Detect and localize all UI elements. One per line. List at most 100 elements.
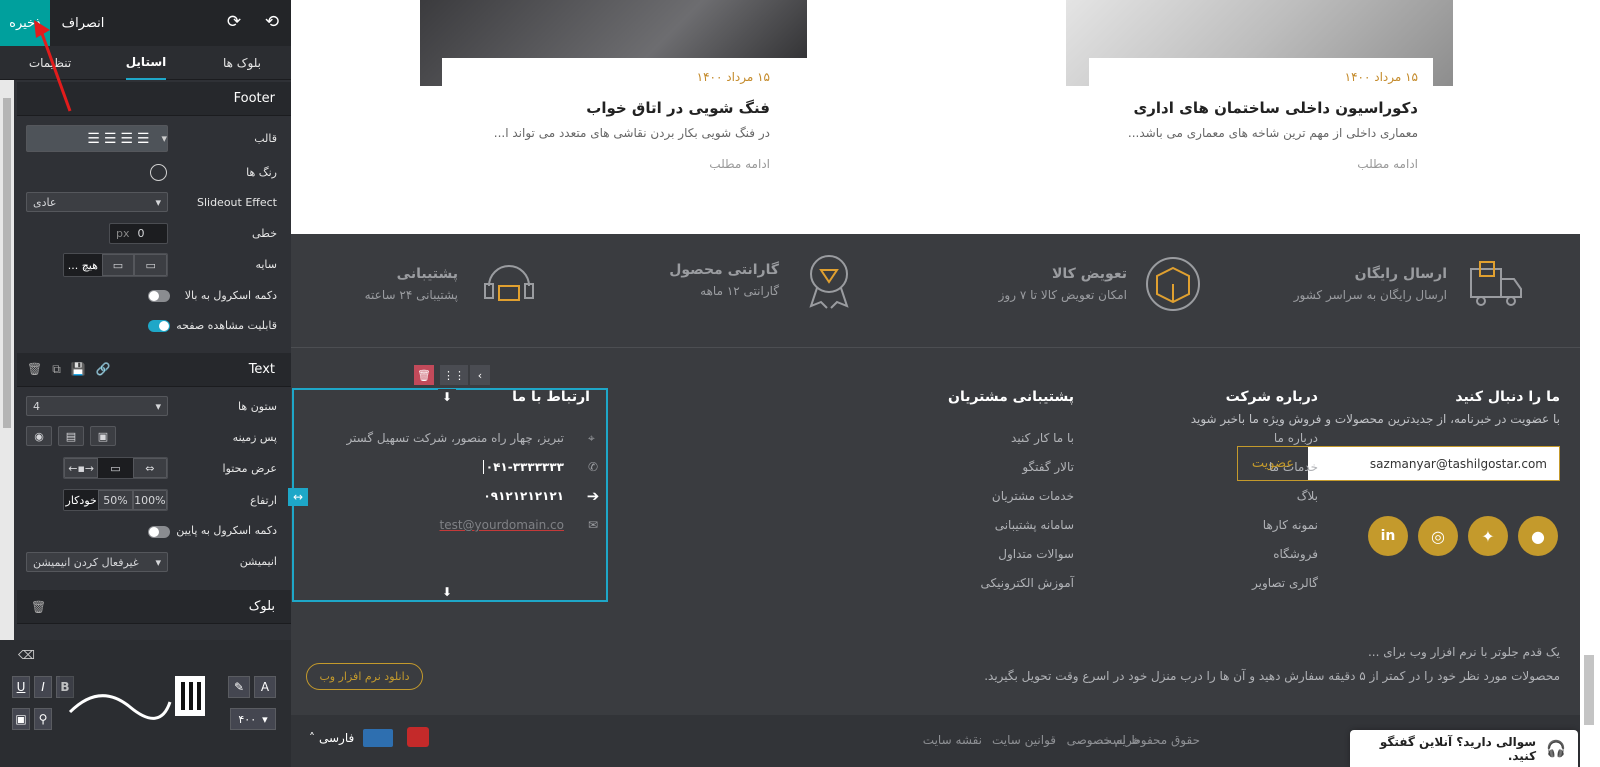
about-link[interactable]: گالری تصاویر [1252, 576, 1318, 590]
location-pin-icon: ⌖ [588, 431, 595, 445]
height-options: 100% 50% خودکار [63, 489, 168, 511]
about-link[interactable]: نمونه کارها [1263, 518, 1318, 532]
link-icon[interactable]: ⚲ [34, 708, 52, 730]
rules-link[interactable]: قوانین سایت [992, 733, 1056, 747]
arrow-down-icon[interactable]: ⬇ [438, 584, 456, 600]
width-full-option[interactable]: ⇔ [132, 458, 167, 478]
page-scrollbar[interactable] [1580, 0, 1600, 767]
follow-title: ما را دنبال کنید [1455, 389, 1560, 405]
card-description: در فنگ شویی بکار بردن نقاشی های متعدد می… [493, 126, 770, 140]
download-app-button[interactable]: دانلود نرم افزار وب [306, 663, 423, 690]
resize-handle-icon[interactable]: ↔ [288, 488, 308, 506]
video-icon[interactable]: ▤ [58, 426, 84, 446]
height-50-option[interactable]: 50% [98, 490, 133, 510]
sidebar-scrollbar[interactable] [0, 80, 14, 640]
image-icon[interactable]: ▣ [12, 708, 30, 730]
width-small-option[interactable]: →▪← [64, 458, 99, 478]
card-title[interactable]: فنگ شویی در اتاق خواب [586, 99, 770, 117]
twitter-icon[interactable]: ✦ [1468, 516, 1508, 556]
contact-email[interactable]: test@yourdomain.co [439, 518, 564, 532]
link-icon[interactable]: 🔗 [96, 362, 111, 377]
scroll-top-toggle[interactable] [148, 290, 170, 302]
slideout-select[interactable]: ▾ عادی [26, 192, 168, 212]
live-chat-widget[interactable]: سوالی دارید؟ آنلاین گفتگو کنید. 🎧 [1350, 730, 1578, 767]
eraser-icon[interactable]: ⌫ [18, 648, 35, 662]
image-icon[interactable]: ▣ [90, 426, 116, 446]
about-link[interactable]: خدمات ما [1269, 460, 1318, 474]
content-width-options: ⇔ ▭ →▪← [63, 457, 168, 479]
about-title: درباره شرکت [1225, 389, 1318, 405]
about-link[interactable]: فروشگاه [1273, 547, 1318, 561]
tab-blocks[interactable]: بلوک ها [212, 46, 272, 80]
scrollbar-thumb[interactable] [1584, 655, 1594, 725]
scrollbar-thumb[interactable] [3, 98, 11, 428]
undo-icon[interactable]: ⟲ [262, 12, 282, 32]
about-link[interactable]: درباره ما [1274, 431, 1318, 445]
italic-icon[interactable]: I [34, 676, 52, 698]
brush-icon[interactable]: ✎ [228, 676, 250, 698]
privacy-link[interactable]: حریم خصوصی [1067, 733, 1140, 747]
delete-icon[interactable]: 🗑 [27, 362, 42, 377]
animation-select[interactable]: ▾ غیرفعال کردن انیمیشن [26, 552, 168, 572]
support-link[interactable]: تالار گفتگو [1022, 460, 1074, 474]
chevron-left-icon[interactable]: ‹ [470, 365, 490, 385]
page-root: { "toolbar":{"save":"ذخیره","cancel":"ان… [0, 0, 1600, 767]
feature-title: پشتیبانی [396, 266, 458, 282]
tab-style[interactable]: استایل [126, 46, 166, 80]
font-size-value: ۴۰۰ [238, 712, 257, 726]
delete-block-icon[interactable]: 🗑 [414, 365, 434, 385]
read-more-link[interactable]: ادامه مطلب [709, 157, 770, 171]
page-visibility-toggle[interactable] [148, 320, 170, 332]
contact-mobile[interactable]: ۰۹۱۲۱۲۱۲۱۲۱ [483, 489, 564, 503]
width-normal-option[interactable]: ▭ [98, 458, 133, 478]
email-input[interactable]: sazmanyar@tashilgostar.com [1308, 447, 1559, 480]
animation-label: انیمیشن [239, 555, 277, 568]
instagram-icon[interactable]: ◎ [1418, 516, 1458, 556]
promo-line2: محصولات مورد نظر خود را در کمتر از ۵ دقی… [984, 669, 1560, 683]
save-icon[interactable]: 💾 [71, 362, 86, 377]
color-picker[interactable] [150, 164, 167, 181]
font-color-icon[interactable]: A [254, 676, 276, 698]
chat-label: سوالی دارید؟ آنلاین گفتگو کنید. [1379, 734, 1537, 763]
support-link[interactable]: خدمات مشتریان [992, 489, 1074, 503]
colors-label: رنگ ها [246, 166, 277, 179]
arrow-right-icon[interactable]: ➔ [583, 487, 603, 505]
shadow-outer-option[interactable]: ▭ [134, 254, 167, 276]
support-link[interactable]: سوالات متداول [998, 547, 1074, 561]
camera-icon[interactable]: ◉ [26, 426, 52, 446]
columns-select[interactable]: ▾ 4 [26, 396, 168, 416]
language-switcher[interactable]: فارسی ˄ [309, 731, 354, 745]
box-exchange-icon [1146, 257, 1200, 311]
height-100-option[interactable]: 100% [132, 490, 167, 510]
page-visibility-label: قابلیت مشاهده صفحه [176, 319, 277, 332]
scroll-bottom-toggle[interactable] [148, 526, 170, 538]
line-width-input[interactable]: px 0 [109, 223, 168, 244]
block-section-title: بلوک [248, 599, 275, 614]
shadow-inner-option[interactable]: ▭ [101, 254, 135, 276]
support-link[interactable]: آموزش الکترونیکی [981, 576, 1074, 590]
headset-support-icon [484, 265, 534, 301]
height-auto-option[interactable]: خودکار [64, 490, 99, 510]
arrow-down-icon[interactable]: ⬇ [438, 389, 456, 405]
font-size-select[interactable]: ▾ ۴۰۰ [230, 708, 276, 730]
support-link[interactable]: با ما کار کنید [1011, 431, 1074, 445]
chevron-down-icon: ▾ [155, 399, 161, 413]
grid-move-icon[interactable]: ⋮⋮ [440, 365, 468, 385]
text-section-header: Text 🗑 ⧉ 💾 🔗 [17, 353, 291, 387]
about-link[interactable]: بلاگ [1297, 489, 1318, 503]
duplicate-icon[interactable]: ⧉ [52, 362, 61, 377]
support-link[interactable]: سامانه پشتیبانی [995, 518, 1074, 532]
card-title[interactable]: دکوراسیون داخلی ساختمان های اداری [1134, 99, 1418, 117]
template-select[interactable]: ▾ ☰☰☰☰ [26, 125, 168, 152]
github-icon[interactable]: ● [1518, 516, 1558, 556]
sitemap-link[interactable]: نقشه سایت [923, 733, 982, 747]
underline-icon[interactable]: U [12, 676, 30, 698]
delete-icon[interactable]: 🗑 [31, 600, 46, 614]
redo-icon[interactable]: ⟳ [224, 12, 244, 32]
read-more-link[interactable]: ادامه مطلب [1357, 157, 1418, 171]
linkedin-icon[interactable]: in [1368, 516, 1408, 556]
feature-title: تعویض کالا [1052, 266, 1127, 282]
contact-phone[interactable]: ۰۴۱-۳۳۳۳۳۳۳ [482, 460, 564, 474]
columns-label: ستون ها [238, 400, 277, 413]
shadow-none-option[interactable]: هیچ ... [64, 254, 102, 276]
